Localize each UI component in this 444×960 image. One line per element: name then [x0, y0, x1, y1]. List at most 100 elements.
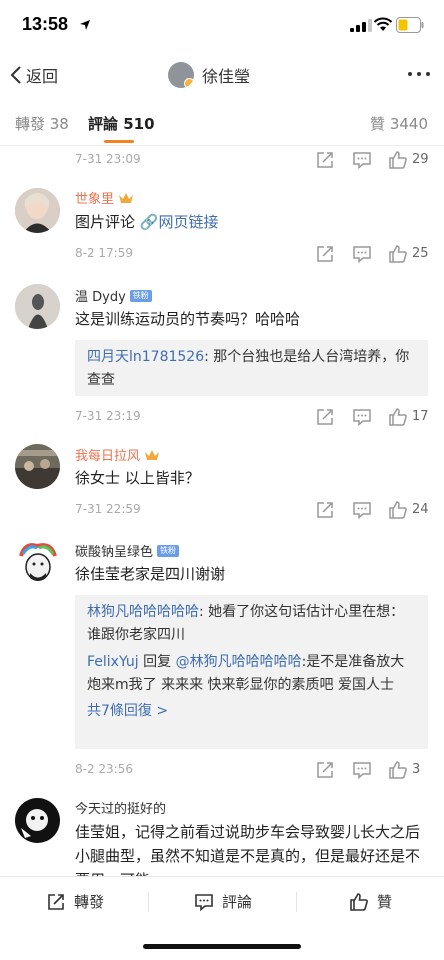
fan-badge: 铁粉 [129, 289, 152, 302]
avatar[interactable] [15, 188, 60, 233]
reply-icon[interactable] [352, 760, 372, 780]
name-row: 世象里 [75, 188, 134, 207]
comment-text-main: 图片评论 [75, 213, 136, 231]
comment-text: 徐佳莹老家是四川谢谢 [75, 565, 226, 583]
share-icon[interactable] [315, 760, 335, 780]
reply-author[interactable]: 林狗凡哈哈哈哈哈 [87, 604, 199, 620]
divider [296, 892, 297, 912]
comment-text: 佳莹姐，记得之前看过说助步车会导致婴儿长大之后小腿曲型，虽然不知道是不是真的，但… [75, 823, 421, 876]
reply-mention[interactable]: @林狗凡哈哈哈哈哈 [176, 654, 302, 670]
like-count: 3 [412, 762, 421, 777]
name-row: 今天过的挺好的 [75, 798, 166, 817]
share-icon [48, 893, 64, 910]
thumbs-up-icon[interactable] [388, 407, 408, 427]
bottom-action-bar: 轉發 評論 贊 [0, 876, 444, 926]
comment-meta: 7-31 22:59 24 [75, 498, 435, 522]
comment-author[interactable]: 今天过的挺好的 [75, 798, 166, 817]
thumbs-up-icon[interactable] [388, 150, 408, 170]
comment-time: 8-2 17:59 [75, 246, 133, 260]
back-label: 返回 [26, 67, 59, 86]
thumbs-up-icon[interactable] [388, 500, 408, 520]
comment-time: 7-31 23:19 [75, 409, 141, 423]
comment-author[interactable]: 我每日拉风 [75, 445, 140, 464]
repost-label: 轉發 [74, 893, 105, 911]
status-time: 13:58 [22, 14, 69, 34]
thumbs-up-icon[interactable] [388, 244, 408, 264]
comment-button[interactable]: 評論 [194, 891, 252, 912]
reply-item: 林狗凡哈哈哈哈哈: 她看了你这句话估计心里在想：谁跟你老家四川 [87, 601, 416, 647]
crown-icon [145, 449, 160, 460]
comment-text: 徐女士 以上皆非？ [75, 469, 200, 487]
like-count: 17 [412, 409, 429, 424]
tab-comment[interactable]: 評論 510 [88, 113, 155, 134]
comment-meta: 7-31 23:09 29 [75, 148, 435, 172]
fan-badge: 铁粉 [157, 544, 180, 557]
nav-title: 徐佳瑩 [202, 67, 251, 86]
comment-time: 7-31 22:59 [75, 502, 141, 516]
share-icon[interactable] [315, 150, 335, 170]
like-count: 29 [412, 152, 429, 167]
avatar[interactable] [15, 798, 60, 843]
name-row: 我每日拉风 [75, 445, 160, 464]
share-icon[interactable] [315, 244, 335, 264]
wifi-icon [373, 17, 393, 31]
repost-button[interactable]: 轉發 [46, 891, 104, 912]
comment-author[interactable]: 碳酸钠呈绿色 [75, 541, 153, 560]
tab-like[interactable]: 贊 3440 [370, 113, 428, 134]
crown-icon [119, 192, 134, 203]
reply-icon [195, 893, 213, 911]
reply-icon[interactable] [352, 407, 372, 427]
nav-user[interactable]: 徐佳瑩 [168, 60, 250, 90]
reply-icon[interactable] [352, 500, 372, 520]
comment-meta: 8-2 23:56 3 [75, 758, 435, 782]
like-count: 24 [412, 502, 429, 517]
thumbs-up-icon [350, 892, 368, 911]
reply-item: FelixYuj 回复 @林狗凡哈哈哈哈哈:是不是准备放大炮来m我了 来来来 快… [87, 651, 416, 697]
web-link[interactable]: 🔗网页链接 [140, 213, 219, 231]
share-icon[interactable] [315, 500, 335, 520]
comment-text: 这是训练运动员的节奏吗？哈哈哈 [75, 310, 301, 328]
comment-meta: 8-2 17:59 25 [75, 242, 435, 266]
like-count: 25 [412, 246, 429, 261]
comment-text: 图片评论 🔗网页链接 [75, 210, 425, 234]
name-row: 温 Dydy 铁粉 [75, 286, 152, 305]
status-bar: 13:58 [0, 0, 444, 50]
back-chevron-icon [10, 66, 21, 84]
nav-bar: 返回 徐佳瑩 [0, 50, 444, 100]
reply-mid: 回复 [138, 654, 176, 670]
divider [148, 892, 149, 912]
location-arrow-icon [80, 20, 90, 30]
more-dots-icon[interactable] [408, 72, 430, 76]
battery-icon [396, 17, 424, 33]
avatar[interactable] [15, 444, 60, 489]
tab-active-underline [104, 140, 134, 143]
tab-repost[interactable]: 轉發 38 [15, 113, 69, 134]
tab-bar: 轉發 38 評論 510 贊 3440 [0, 100, 444, 146]
more-replies-link[interactable]: 共7條回復 > [87, 699, 416, 723]
comment-feed[interactable]: 7-31 23:09 29 世象里 图片评论 🔗网页链接 8-2 17:59 2… [0, 146, 444, 876]
back-button[interactable]: 返回 [10, 62, 58, 88]
reply-item: 四月天ln1781526: 那个台独也是给人台湾培养，你查查 [87, 346, 416, 392]
avatar[interactable] [15, 284, 60, 329]
like-label: 贊 [377, 893, 393, 911]
reply-author[interactable]: FelixYuj [87, 654, 139, 670]
comment-time: 7-31 23:09 [75, 152, 141, 166]
comment-author[interactable]: 世象里 [75, 188, 114, 207]
nav-avatar [168, 62, 194, 88]
comment-author[interactable]: 温 Dydy [75, 286, 126, 305]
thumbs-up-icon[interactable] [388, 760, 408, 780]
avatar[interactable] [15, 540, 60, 585]
reply-icon[interactable] [352, 244, 372, 264]
like-button[interactable]: 贊 [349, 891, 392, 912]
signal-icon [350, 19, 372, 32]
share-icon[interactable] [315, 407, 335, 427]
reply-icon[interactable] [352, 150, 372, 170]
home-indicator [143, 944, 301, 949]
reply-author[interactable]: 四月天ln1781526 [87, 349, 204, 365]
reply-box[interactable]: 四月天ln1781526: 那个台独也是给人台湾培养，你查查 [75, 340, 428, 396]
reply-box[interactable]: 林狗凡哈哈哈哈哈: 她看了你这句话估计心里在想：谁跟你老家四川 FelixYuj… [75, 595, 428, 749]
name-row: 碳酸钠呈绿色 铁粉 [75, 541, 180, 560]
comment-label: 評論 [222, 893, 253, 911]
comment-meta: 7-31 23:19 17 [75, 405, 435, 429]
comment-time: 8-2 23:56 [75, 762, 133, 776]
